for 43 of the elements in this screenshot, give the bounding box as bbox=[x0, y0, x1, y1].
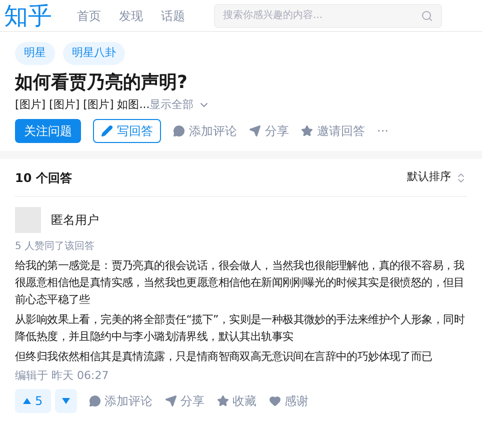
edit-time: 编辑于 昨天 06:27 bbox=[15, 368, 110, 384]
answer-paragraph: 但终归我依然相信其是真情流露，只是情商智商双高无意识间在言辞中的巧妙体现了而已 bbox=[15, 349, 434, 365]
share-button[interactable]: 分享 bbox=[164, 392, 205, 410]
search-field[interactable]: 搜索你感兴趣的内容... bbox=[214, 4, 442, 28]
comment-button[interactable]: 添加评论 bbox=[173, 122, 237, 140]
up-triangle-icon bbox=[23, 398, 31, 404]
write-answer-button[interactable]: 写回答 bbox=[93, 119, 161, 143]
star-icon bbox=[301, 125, 313, 137]
answer-count: 10 个回答 bbox=[15, 170, 72, 186]
heart-icon bbox=[268, 394, 281, 406]
invite-button[interactable]: 邀请回答 bbox=[301, 122, 365, 140]
search-icon[interactable] bbox=[421, 10, 433, 22]
downvote-button[interactable] bbox=[54, 388, 77, 412]
answer-paragraph: 从影响效果上看，完美的将全部责任“揽下”，实则是一种极其微妙的手法来维护个人形象，同时降低热度，并且隐约中与李小璐划清界线，默认其出轨事实 bbox=[15, 312, 466, 345]
logo[interactable]: 知乎 bbox=[4, 4, 52, 28]
comment-button[interactable]: 添加评论 bbox=[88, 392, 153, 410]
search-input[interactable]: 搜索你感兴趣的内容... bbox=[223, 8, 421, 23]
follow-button[interactable]: 关注问题 bbox=[15, 119, 81, 143]
nav-link[interactable]: 首页 bbox=[77, 6, 101, 24]
send-icon bbox=[164, 394, 177, 406]
heart-button[interactable]: 感谢 bbox=[268, 392, 309, 410]
upvote-button[interactable]: 5 bbox=[15, 388, 51, 412]
share-button[interactable]: 分享 bbox=[249, 122, 289, 140]
show-all-link[interactable]: 显示全部 bbox=[150, 96, 210, 113]
send-icon bbox=[249, 125, 261, 137]
answer-paragraph: 给我的第一感觉是：贾乃亮真的很会说话，很会做人，当然我也很能理解他，真的很不容易，我很愿意相信他是真情实感，当然我也更愿意相信他在新闻刚刚曝光的时候其实是很愤怒的，但目前心态平稳了些 bbox=[15, 258, 466, 308]
comment-icon bbox=[173, 125, 185, 137]
question-title: 如何看贾乃亮的声明? bbox=[15, 70, 188, 94]
sort-dropdown[interactable]: 默认排序 bbox=[407, 169, 467, 186]
comment-icon bbox=[88, 394, 101, 406]
more-button[interactable]: ··· bbox=[377, 122, 388, 140]
star-button[interactable]: 收藏 bbox=[216, 392, 257, 410]
down-triangle-icon bbox=[62, 398, 70, 404]
nav-link[interactable]: 话题 bbox=[161, 6, 185, 24]
star-icon bbox=[216, 394, 229, 406]
vote-summary: 5 人赞同了该回答 bbox=[15, 240, 96, 254]
topic-tag[interactable]: 明星 bbox=[15, 42, 55, 64]
question-excerpt: [图片] [图片] [图片] 如图... bbox=[15, 96, 150, 112]
topic-tag[interactable]: 明星八卦 bbox=[63, 42, 125, 64]
sort-arrows-icon bbox=[455, 172, 467, 184]
pencil-icon bbox=[101, 125, 113, 137]
nav-link[interactable]: 发现 bbox=[119, 6, 143, 24]
author-name: 匿名用户 bbox=[51, 212, 99, 229]
